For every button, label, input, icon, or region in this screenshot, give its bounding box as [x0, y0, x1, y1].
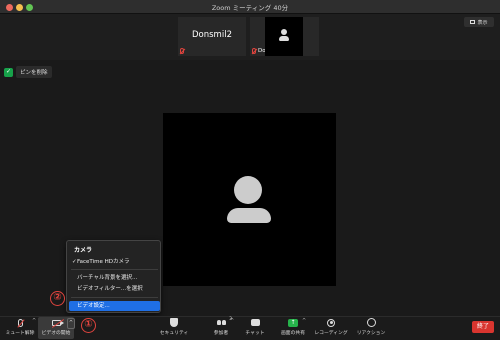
security-shield-icon: ✓ — [4, 67, 13, 77]
callout-step-2: ② — [50, 291, 65, 306]
audio-options-caret[interactable]: ^ — [32, 318, 36, 324]
grid-view-icon — [470, 20, 476, 24]
share-screen-label: 画面の共有 — [281, 331, 305, 336]
menu-header-camera: カメラ — [74, 247, 93, 254]
main-video-area — [163, 113, 336, 286]
muted-mic-icon — [180, 48, 184, 54]
record-button[interactable]: レコーディング — [312, 317, 350, 339]
chat-button[interactable]: チャット — [242, 317, 268, 339]
muted-mic-icon — [252, 48, 256, 54]
security-button[interactable]: セキュリティ — [158, 317, 190, 339]
menu-divider — [71, 297, 158, 298]
chat-label: チャット — [245, 331, 265, 336]
shield-icon — [167, 317, 181, 328]
avatar-head-icon — [234, 176, 262, 204]
remove-pin-label[interactable]: ピンを削除 — [16, 66, 52, 78]
people-icon: 3 — [214, 317, 232, 328]
video-options-caret[interactable]: ^ — [67, 318, 75, 329]
unmute-label: ミュート解除 — [5, 331, 35, 336]
menu-item-video-filter[interactable]: ビデオフィルター...を選択 — [69, 284, 160, 294]
menu-divider — [71, 269, 158, 270]
share-options-caret[interactable]: ^ — [302, 318, 306, 324]
record-icon — [324, 317, 338, 328]
chat-bubble-icon — [248, 317, 262, 328]
avatar-head-icon — [281, 29, 287, 35]
pin-indicator[interactable]: ✓ ピンを削除 — [4, 66, 52, 78]
participant-video-thumbnail — [265, 17, 303, 56]
callout-step-1: ① — [81, 318, 96, 333]
menu-item-label: FaceTime HDカメラ — [77, 259, 130, 265]
title-bar: Zoom ミーティング 40分 — [0, 0, 500, 14]
view-button-label: 表示 — [477, 19, 488, 26]
participant-label — [180, 48, 184, 54]
avatar-body-icon — [279, 36, 289, 41]
checkmark-icon: ✓ — [72, 259, 77, 265]
start-video-label: ビデオの開始 — [41, 331, 71, 336]
window-title: Zoom ミーティング 40分 — [211, 4, 289, 12]
share-screen-icon: ↑ — [286, 317, 300, 328]
security-label: セキュリティ — [159, 331, 189, 336]
participants-label: 参加者 — [213, 331, 229, 336]
menu-item-facetime-camera[interactable]: ✓ FaceTime HDカメラ — [69, 257, 160, 267]
view-button[interactable]: 表示 — [464, 17, 494, 27]
participants-options-caret[interactable]: ^ — [230, 318, 234, 324]
menu-item-video-settings[interactable]: ビデオ設定... — [69, 301, 160, 311]
reactions-button[interactable]: リアクション — [356, 317, 386, 339]
participant-tile[interactable]: Donsmil2 — [178, 17, 246, 56]
avatar-body-icon — [227, 208, 271, 223]
video-options-menu: カメラ ✓ FaceTime HDカメラ バーチャル背景を選択... ビデオフィ… — [66, 240, 161, 313]
end-meeting-button[interactable]: 終了 — [472, 321, 494, 333]
record-label: レコーディング — [314, 331, 348, 336]
participant-name-large: Donsmil2 — [192, 30, 232, 40]
menu-item-virtual-background[interactable]: バーチャル背景を選択... — [69, 273, 160, 283]
gallery-strip: Donsmil2 Donsmil3 — [0, 14, 500, 60]
reactions-label: リアクション — [356, 331, 386, 336]
mic-muted-icon — [13, 317, 27, 328]
video-off-icon — [49, 317, 64, 328]
smiley-icon — [364, 317, 378, 328]
